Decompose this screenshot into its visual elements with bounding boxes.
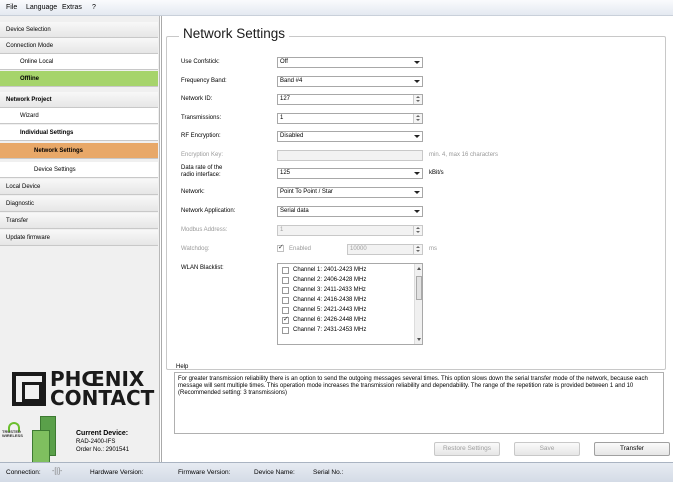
chevron-down-icon [414,135,420,138]
rf-encryption-select[interactable]: Disabled [277,131,423,142]
menu-extras[interactable]: Extras [62,4,82,11]
menu-bar: File Language Extras ? [0,0,673,16]
phoenix-contact-logo: PHŒNIX CONTACT [10,369,158,411]
watchdog-unit: ms [429,246,437,252]
network-select[interactable]: Point To Point / Star [277,187,423,198]
network-label: Network: [181,189,205,195]
sidebar: Device Selection Connection Mode Online … [0,16,160,464]
scroll-thumb[interactable] [416,276,422,300]
sidebar-item-network-settings[interactable]: Network Settings [0,143,158,159]
rf-encryption-label: RF Encryption: [181,133,221,139]
chevron-down-icon [414,172,420,175]
sidebar-item-connection-mode[interactable]: Connection Mode [0,38,158,54]
logo-mark-icon [12,372,46,406]
watchdog-label: Watchdog: [181,246,210,252]
trusted-wireless-logo: TRUSTED WIRELESS [2,422,32,440]
chevron-down-icon [414,80,420,83]
use-confstick-label: Use Confstick: [181,59,220,65]
channel-checkbox[interactable] [282,327,289,334]
status-firmware: Firmware Version: [178,469,231,476]
transmissions-input[interactable]: 1 [277,113,423,124]
sidebar-item-online-local[interactable]: Online Local [0,54,158,70]
watchdog-enabled-label: Enabled [289,246,312,252]
encryption-key-input[interactable] [277,150,423,161]
device-image [30,416,64,464]
data-rate-label: Data rate of the radio interface: [181,165,223,178]
sidebar-item-diagnostic[interactable]: Diagnostic [0,196,158,212]
current-device-model: RAD-2400-IFS [76,439,116,445]
channel-checkbox[interactable] [282,277,289,284]
spinner-icon[interactable] [413,114,422,123]
sidebar-item-local-device[interactable]: Local Device [0,179,158,195]
network-id-input[interactable]: 127 [277,94,423,105]
status-hardware: Hardware Version: [90,469,144,476]
restore-settings-button[interactable]: Restore Settings [434,442,500,456]
chevron-down-icon [414,210,420,213]
menu-language[interactable]: Language [26,4,57,11]
wlan-blacklist-list[interactable]: Channel 1: 2401-2423 MHz Channel 2: 2406… [277,263,423,345]
sidebar-item-device-selection[interactable]: Device Selection [0,22,158,38]
save-button[interactable]: Save [514,442,580,456]
encryption-key-hint: min. 4, max 16 characters [429,152,499,158]
logo-line2: CONTACT [50,386,155,410]
connection-plug-icon: -[|]- [52,468,63,475]
data-rate-unit: kBit/s [429,170,444,176]
sidebar-item-wizard[interactable]: Wizard [0,108,158,124]
current-device-order: Order No.: 2901541 [76,447,130,453]
frequency-band-label: Frequency Band: [181,78,227,84]
status-device-name: Device Name: [254,469,295,476]
sidebar-item-transfer[interactable]: Transfer [0,213,158,229]
spinner-icon[interactable] [413,95,422,104]
help-label: Help [176,364,189,370]
network-id-label: Network ID: [181,96,213,102]
page-title: Network Settings [179,26,290,41]
help-text: For greater transmission reliability the… [174,372,664,434]
main-panel: Network Settings Use Confstick: Off Freq… [161,16,673,462]
modbus-address-label: Modbus Address: [181,227,228,233]
help-section: Help For greater transmission reliabilit… [166,362,666,440]
spinner-icon[interactable] [413,245,422,254]
network-application-label: Network Application: [181,208,236,214]
scroll-up-icon[interactable] [417,267,421,270]
channel-checkbox[interactable] [282,287,289,294]
status-serial: Serial No.: [313,469,344,476]
spinner-icon[interactable] [413,226,422,235]
encryption-key-label: Encryption Key: [181,152,224,158]
scroll-down-icon[interactable] [417,338,421,341]
channel-checkbox[interactable] [282,267,289,274]
sidebar-item-network-project[interactable]: Network Project [0,92,158,108]
network-application-select[interactable]: Serial data [277,206,423,217]
menu-help[interactable]: ? [92,4,96,11]
chevron-down-icon [414,61,420,64]
current-device-block: TRUSTED WIRELESS Current Device: RAD-240… [0,412,158,468]
channel-checkbox[interactable] [282,315,289,324]
data-rate-select[interactable]: 125 [277,168,423,179]
sidebar-item-offline[interactable]: Offline [0,71,158,87]
status-bar: Connection: -[|]- Hardware Version: Firm… [0,462,673,482]
trusted-line2: WIRELESS [2,433,23,438]
menu-file[interactable]: File [6,4,17,11]
channel-checkbox[interactable] [282,307,289,314]
channel-checkbox[interactable] [282,297,289,304]
watchdog-value-input[interactable]: 10000 [347,244,423,255]
chevron-down-icon [414,191,420,194]
status-connection: Connection: [6,469,41,476]
sidebar-item-update-firmware[interactable]: Update firmware [0,230,158,246]
transmissions-label: Transmissions: [181,115,222,121]
wlan-scrollbar[interactable] [414,264,422,344]
frequency-band-select[interactable]: Band #4 [277,76,423,87]
wlan-blacklist-label: WLAN Blacklist: [181,265,224,271]
sidebar-item-individual-settings[interactable]: Individual Settings [0,125,158,141]
current-device-title: Current Device: [76,430,129,437]
network-settings-frame: Network Settings Use Confstick: Off Freq… [166,26,666,370]
use-confstick-select[interactable]: Off [277,57,423,68]
transfer-button[interactable]: Transfer [594,442,670,456]
watchdog-enabled-checkbox[interactable] [277,243,284,252]
sidebar-item-device-settings[interactable]: Device Settings [0,162,158,178]
modbus-address-input[interactable]: 1 [277,225,423,236]
